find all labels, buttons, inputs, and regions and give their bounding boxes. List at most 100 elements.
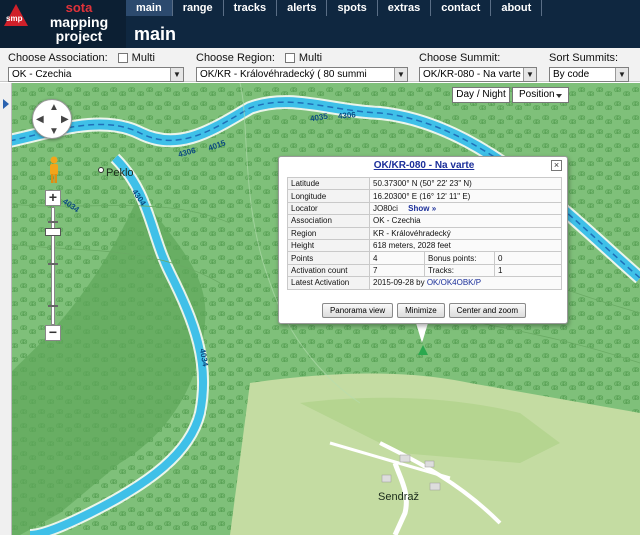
map[interactable]: ↂ ↂ — [0, 83, 640, 535]
river-label: 4306 — [337, 110, 357, 121]
zoom-out-button[interactable]: − — [45, 325, 61, 341]
longitude-label: Longitude — [287, 189, 370, 203]
tracks-value: 1 — [494, 263, 562, 278]
summit-info-popup: OK/KR-080 - Na varte × Latitude 50.37300… — [278, 156, 568, 324]
association-label-row: Choose Association: Multi — [8, 51, 184, 65]
minimize-button[interactable]: Minimize — [397, 303, 445, 318]
sort-label: Sort Summits: — [549, 52, 619, 64]
region-select[interactable]: OK/KR - Královéhradecký ( 80 summi ▼ — [196, 67, 408, 82]
pan-control[interactable]: ▲ ▼ ◀ ▶ — [32, 99, 72, 139]
association-label: Choose Association: — [8, 52, 108, 64]
locator-label: Locator — [287, 201, 370, 216]
place-marker-icon — [98, 167, 104, 173]
logo-mapping: mapping — [49, 14, 109, 30]
summit-marker-icon[interactable] — [418, 345, 428, 355]
header: smp sota mapping project main range trac… — [0, 0, 640, 48]
association-multi-label: Multi — [131, 52, 155, 64]
tab-alerts[interactable]: alerts — [277, 0, 328, 16]
points-label: Points — [287, 251, 370, 265]
pan-right-icon[interactable]: ▶ — [61, 115, 69, 125]
height-label: Height — [287, 238, 370, 253]
logo-project: project — [55, 28, 103, 44]
region-selector: Choose Region: Multi OK/KR - Královéhrad… — [196, 51, 408, 82]
logo-sota: sota — [65, 0, 93, 15]
table-row: Height 618 meters, 2028 feet — [287, 238, 562, 253]
center-and-zoom-button[interactable]: Center and zoom — [448, 303, 527, 318]
height-value: 618 meters, 2028 feet — [369, 238, 562, 253]
activation-count-label: Activation count — [287, 263, 370, 278]
region-value: OK/KR - Královéhradecký ( 80 summi — [200, 69, 367, 80]
app-window: smp sota mapping project main range trac… — [0, 0, 640, 535]
show-locator-link[interactable]: Show » — [408, 204, 436, 213]
region-label: Region — [287, 226, 370, 240]
table-row: Association OK - Czechia — [287, 214, 562, 228]
place-label-peklo: Peklo — [106, 167, 134, 179]
panorama-view-button[interactable]: Panorama view — [321, 303, 394, 318]
association-multi-checkbox[interactable] — [117, 53, 128, 63]
latitude-value: 50.37300° N (50° 22' 23" N) — [369, 176, 562, 191]
side-panel-toggle[interactable] — [0, 83, 12, 535]
summit-label-row: Choose Summit: — [419, 51, 537, 65]
sort-select[interactable]: By code ▼ — [549, 67, 629, 82]
place-label-sendraz: Sendraž — [378, 491, 419, 503]
table-row: Latest Activation 2015-09-28 by OK/OK4OB… — [287, 276, 562, 290]
locator-cell: JO80ci Show » — [369, 201, 562, 216]
pan-up-icon[interactable]: ▲ — [49, 103, 59, 113]
page-title: main — [134, 24, 177, 44]
summit-selector: Choose Summit: OK/KR-080 - Na varte ▼ — [419, 51, 537, 82]
zoom-tick — [48, 305, 58, 307]
association-label: Association — [287, 214, 370, 228]
bonus-points-value: 0 — [494, 251, 562, 265]
region-multi-label: Multi — [298, 52, 323, 64]
zoom-tick — [48, 221, 58, 223]
position-dropdown[interactable]: Position — [512, 87, 569, 103]
tab-contact[interactable]: contact — [431, 0, 492, 16]
association-value: OK - Czechia — [12, 69, 72, 80]
popup-buttons: Panorama view Minimize Center and zoom — [279, 303, 569, 318]
tab-spots[interactable]: spots — [327, 0, 378, 16]
table-row: Longitude 16.20300° E (16° 12' 11" E) — [287, 189, 562, 203]
summit-select[interactable]: OK/KR-080 - Na varte ▼ — [419, 67, 537, 82]
close-icon[interactable]: × — [551, 160, 562, 171]
zoom-tick — [48, 263, 58, 265]
latest-activator-link[interactable]: OK/OK4OBK/P — [427, 278, 481, 287]
zoom-in-button[interactable]: + — [45, 190, 61, 206]
pan-left-icon[interactable]: ◀ — [36, 115, 44, 125]
table-row: Points 4 Bonus points: 0 — [287, 251, 562, 265]
position-label: Position — [519, 89, 555, 100]
summit-value: OK/KR-080 - Na varte — [423, 69, 521, 80]
longitude-value: 16.20300° E (16° 12' 11" E) — [369, 189, 562, 203]
pan-down-icon[interactable]: ▼ — [49, 127, 59, 137]
sort-selector: Sort Summits: By code ▼ — [549, 51, 629, 82]
table-row: Locator JO80ci Show » — [287, 201, 562, 216]
table-row: Activation count 7 Tracks: 1 — [287, 263, 562, 278]
popup-title[interactable]: OK/KR-080 - Na varte — [279, 160, 569, 171]
logo[interactable]: smp sota mapping project — [0, 0, 126, 48]
chevron-down-icon[interactable]: ▼ — [523, 68, 536, 81]
region-label-row: Choose Region: Multi — [196, 51, 408, 65]
region-multi-checkbox[interactable] — [284, 53, 295, 63]
street-view-pegman-icon[interactable] — [47, 156, 61, 184]
tab-about[interactable]: about — [491, 0, 543, 16]
tab-range[interactable]: range — [172, 0, 224, 16]
points-value: 4 — [369, 251, 425, 265]
latest-activation-cell: 2015-09-28 by OK/OK4OBK/P — [369, 276, 562, 290]
association-value: OK - Czechia — [369, 214, 562, 228]
latest-activation-date: 2015-09-28 by — [373, 278, 425, 288]
table-row: Region KR - Královéhradecký — [287, 226, 562, 240]
nav-bar: main range tracks alerts spots extras co… — [126, 0, 543, 16]
chevron-down-icon[interactable]: ▼ — [170, 68, 183, 81]
tab-main[interactable]: main — [126, 0, 173, 16]
caret-down-icon — [556, 94, 562, 98]
zoom-slider-handle[interactable] — [45, 228, 61, 236]
activation-count-value: 7 — [369, 263, 425, 278]
tab-tracks[interactable]: tracks — [223, 0, 278, 16]
chevron-down-icon[interactable]: ▼ — [615, 68, 628, 81]
summit-info-table: Latitude 50.37300° N (50° 22' 23" N) Lon… — [287, 176, 562, 290]
chevron-down-icon[interactable]: ▼ — [394, 68, 407, 81]
association-select[interactable]: OK - Czechia ▼ — [8, 67, 184, 82]
region-label: Choose Region: — [196, 52, 275, 64]
zoom-slider[interactable] — [51, 207, 55, 325]
day-night-button[interactable]: Day / Night — [452, 87, 510, 103]
tab-extras[interactable]: extras — [377, 0, 432, 16]
